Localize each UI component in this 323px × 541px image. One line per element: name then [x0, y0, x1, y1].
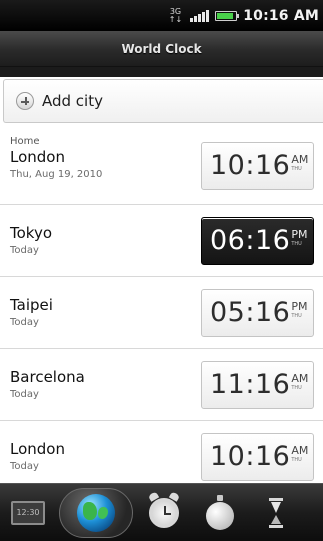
city-date: Thu, Aug 19, 2010: [10, 169, 103, 180]
ampm: PM: [291, 299, 308, 313]
timer-icon: [269, 497, 283, 528]
time-tile: 10:16 AM THU: [201, 432, 314, 481]
tab-desk-clock[interactable]: 12:30: [0, 484, 56, 541]
weekday: THU: [291, 312, 302, 319]
time-tile: 10:16 AM THU: [201, 141, 314, 190]
weekday: THU: [291, 456, 302, 463]
add-city-button[interactable]: Add city: [3, 79, 323, 123]
city-name: London: [10, 439, 65, 458]
time-tile: 05:16 PM THU: [201, 288, 314, 337]
city-info: Barcelona Today: [10, 368, 85, 402]
ampm: AM: [291, 443, 309, 457]
alarm-clock-icon: [149, 497, 179, 528]
ampm: AM: [291, 152, 309, 166]
time-tile: 06:16 PM THU: [201, 216, 314, 265]
page-title: World Clock: [121, 41, 202, 56]
time-value: 11:16: [210, 369, 291, 400]
weekday: THU: [291, 240, 302, 247]
globe-icon: [77, 493, 115, 532]
time-value: 05:16: [210, 297, 291, 328]
ampm: PM: [291, 227, 308, 241]
tab-stopwatch[interactable]: [192, 484, 248, 541]
city-list: Home London Thu, Aug 19, 2010 10:16 AM TH…: [0, 127, 323, 493]
city-row-barcelona[interactable]: Barcelona Today 11:16 AM THU: [0, 349, 323, 421]
weekday: THU: [291, 384, 302, 391]
tab-world-clock[interactable]: [56, 484, 136, 541]
time-value: 10:16: [210, 150, 291, 181]
weekday: THU: [291, 165, 302, 172]
desk-clock-icon: 12:30: [11, 500, 45, 525]
tab-timer[interactable]: [248, 484, 304, 541]
city-info: Tokyo Today: [10, 224, 52, 258]
city-date: Today: [10, 244, 39, 256]
tab-alarms[interactable]: [136, 484, 192, 541]
city-date: Today: [10, 388, 39, 400]
status-bar: 3G ↑↓ 10:16 AM: [0, 0, 323, 31]
ampm: AM: [291, 371, 309, 385]
city-date: Today: [10, 460, 39, 472]
home-label: Home: [10, 136, 40, 147]
city-info: London Today: [10, 440, 65, 474]
city-name: Barcelona: [10, 367, 85, 386]
plus-icon: [16, 92, 34, 110]
title-bar: World Clock: [0, 31, 323, 67]
signal-strength-icon: [190, 9, 210, 22]
city-row-taipei[interactable]: Taipei Today 05:16 PM THU: [0, 277, 323, 349]
battery-icon: [215, 10, 240, 21]
city-info: Home London Thu, Aug 19, 2010: [10, 135, 102, 182]
city-name: London: [10, 148, 65, 166]
status-clock: 10:16 AM: [243, 7, 319, 24]
city-name: Tokyo: [10, 223, 52, 242]
time-value: 10:16: [210, 441, 291, 472]
time-tile: 11:16 AM THU: [201, 360, 314, 409]
city-info: Taipei Today: [10, 296, 53, 330]
active-tab-highlight: [59, 487, 133, 538]
header-divider: [0, 67, 323, 77]
add-city-label: Add city: [42, 92, 103, 110]
stopwatch-icon: [206, 494, 234, 530]
network-indicator-icon: 3G ↑↓: [168, 6, 183, 24]
city-row-london-home[interactable]: Home London Thu, Aug 19, 2010 10:16 AM TH…: [0, 127, 323, 205]
city-row-tokyo[interactable]: Tokyo Today 06:16 PM THU: [0, 205, 323, 277]
city-name: Taipei: [10, 295, 53, 314]
time-value: 06:16: [210, 225, 291, 256]
city-date: Today: [10, 316, 39, 328]
bottom-tab-bar: 12:30: [0, 483, 323, 541]
